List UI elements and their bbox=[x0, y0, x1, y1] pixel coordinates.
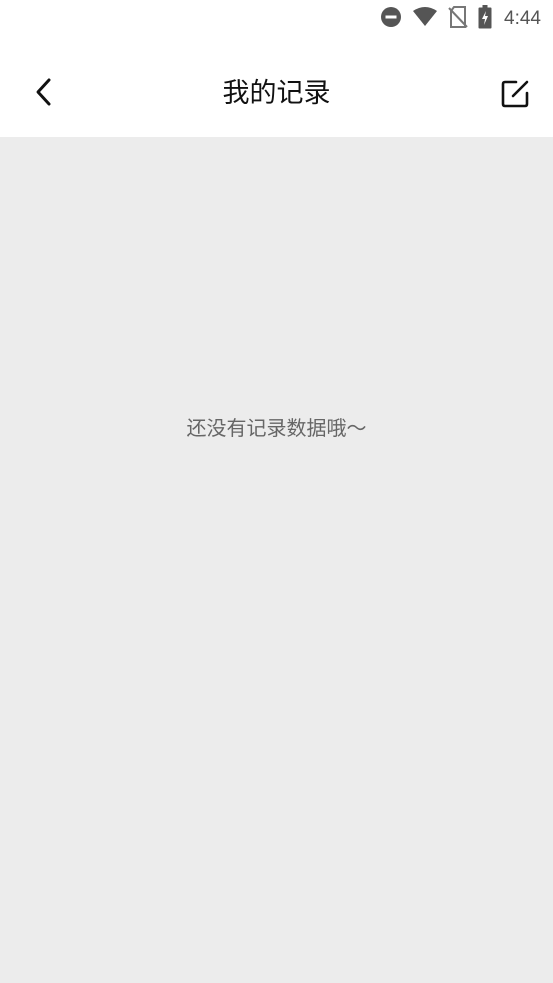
records-content: 还没有记录数据哦～ bbox=[0, 137, 553, 983]
status-time: 4:44 bbox=[504, 8, 541, 29]
battery-charging-icon bbox=[478, 5, 492, 33]
page-title: 我的记录 bbox=[222, 78, 331, 109]
no-sim-icon bbox=[448, 6, 468, 32]
empty-state-message: 还没有记录数据哦～ bbox=[186, 416, 367, 440]
status-icons: 4:44 bbox=[380, 5, 541, 33]
edit-icon bbox=[499, 78, 531, 114]
wifi-icon bbox=[412, 7, 438, 31]
status-bar: 4:44 bbox=[0, 0, 553, 38]
edit-button[interactable] bbox=[493, 74, 537, 118]
app-bar: 我的记录 bbox=[0, 38, 553, 137]
do-not-disturb-icon bbox=[380, 6, 402, 32]
